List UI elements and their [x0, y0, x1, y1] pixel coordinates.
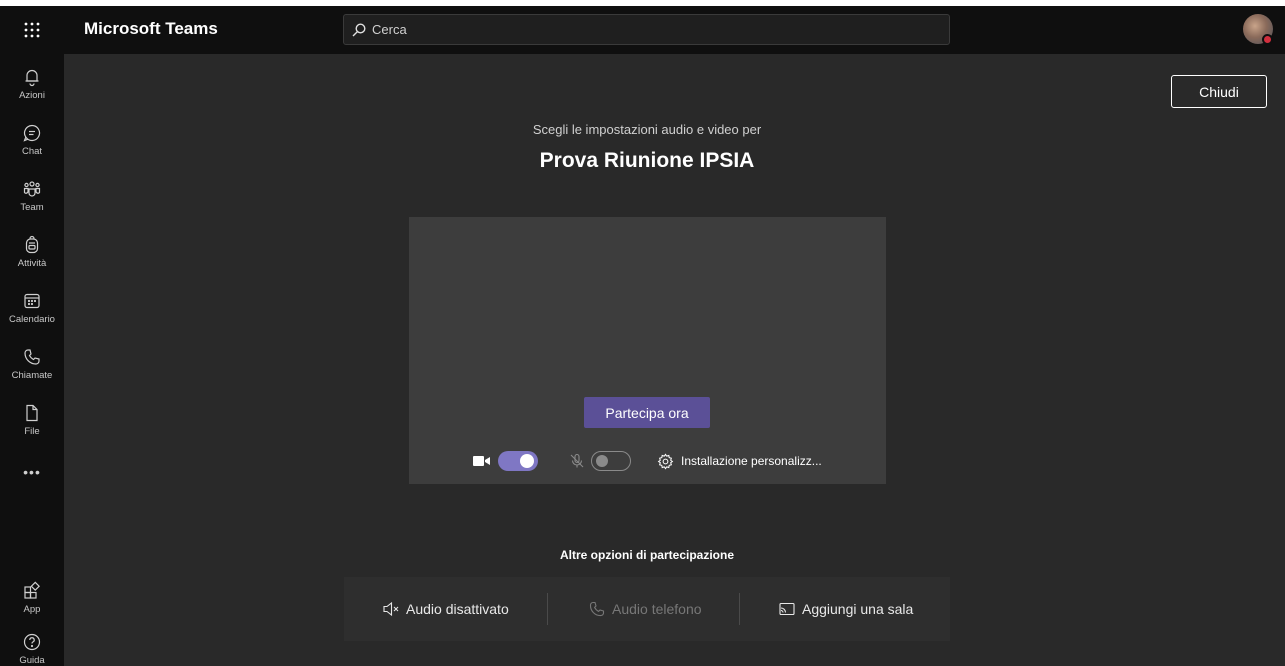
custom-setup-link[interactable]: Installazione personalizz...: [681, 454, 822, 468]
phone-audio-option: Audio telefono: [588, 577, 702, 641]
help-icon: [23, 633, 41, 651]
search-icon: [352, 22, 366, 36]
bell-icon: [25, 69, 39, 87]
audio-off-option[interactable]: Audio disattivato: [382, 577, 509, 641]
join-now-button[interactable]: Partecipa ora: [584, 397, 710, 428]
meeting-title: Prova Riunione IPSIA: [539, 149, 755, 172]
phone-audio-label: Audio telefono: [612, 601, 702, 617]
phone-icon: [24, 349, 40, 365]
rail-item-file[interactable]: File: [0, 395, 64, 445]
speaker-mute-icon: [383, 601, 399, 617]
add-room-option[interactable]: Aggiungi una sala: [778, 577, 913, 641]
avatar[interactable]: [1243, 14, 1273, 45]
rail-item-team[interactable]: Team: [0, 171, 64, 221]
calendar-icon: [24, 293, 40, 309]
rail-item-guida[interactable]: Guida: [0, 624, 64, 666]
rail-item-calendario[interactable]: Calendario: [0, 283, 64, 333]
device-controls: Installazione personalizz...: [409, 451, 886, 473]
left-rail: Azioni Chat Team Attività Calendario Chi…: [0, 54, 64, 666]
title-bar: Microsoft Teams: [0, 6, 1285, 54]
divider: [547, 593, 548, 625]
app-window: Microsoft Teams Azioni Chat: [0, 0, 1285, 666]
presence-status-badge: [1262, 34, 1273, 45]
rail-item-azioni[interactable]: Azioni: [0, 59, 64, 109]
file-icon: [26, 404, 38, 422]
rail-item-label: Chat: [21, 146, 43, 157]
phone-icon: [589, 601, 605, 617]
gear-icon: [657, 453, 674, 470]
chat-icon: [23, 124, 41, 142]
audio-off-label: Audio disattivato: [406, 601, 509, 617]
rail-item-label: Team: [20, 202, 44, 213]
rail-item-label: Attività: [17, 258, 47, 269]
search-box[interactable]: [343, 14, 950, 45]
rail-item-label: Azioni: [19, 90, 45, 101]
cast-icon: [779, 602, 795, 616]
rail-item-chiamate[interactable]: Chiamate: [0, 339, 64, 389]
divider: [739, 593, 740, 625]
camera-icon: [473, 456, 490, 466]
other-options-title: Altre opzioni di partecipazione: [559, 548, 735, 562]
prejoin-subtitle: Scegli le impostazioni audio e video per: [532, 122, 762, 137]
rail-item-chat[interactable]: Chat: [0, 115, 64, 165]
rail-item-label: File: [24, 426, 40, 437]
more-apps-button[interactable]: •••: [0, 464, 64, 480]
meeting-prejoin-panel: Chiudi Scegli le impostazioni audio e vi…: [64, 54, 1285, 666]
other-options-bar: Audio disattivato Audio telefono Aggiung…: [344, 577, 950, 641]
rail-item-label: Guida: [19, 655, 45, 666]
rail-item-label: Chiamate: [11, 370, 53, 381]
rail-item-app[interactable]: App: [0, 573, 64, 623]
backpack-icon: [25, 235, 39, 254]
rail-item-label: Calendario: [9, 314, 55, 325]
app-title: Microsoft Teams: [84, 19, 218, 38]
close-button[interactable]: Chiudi: [1171, 75, 1267, 108]
mic-off-icon: [570, 453, 584, 468]
search-input[interactable]: [372, 22, 932, 37]
video-preview: Partecipa ora Installazione personalizz.…: [409, 217, 886, 484]
rail-item-attivita[interactable]: Attività: [0, 227, 64, 277]
team-icon: [23, 181, 41, 197]
rail-item-label: App: [23, 604, 41, 615]
camera-toggle[interactable]: [498, 451, 538, 471]
mic-toggle[interactable]: [591, 451, 631, 471]
add-room-label: Aggiungi una sala: [802, 601, 914, 617]
apps-icon: [24, 581, 40, 599]
app-launcher-icon[interactable]: [0, 6, 64, 54]
